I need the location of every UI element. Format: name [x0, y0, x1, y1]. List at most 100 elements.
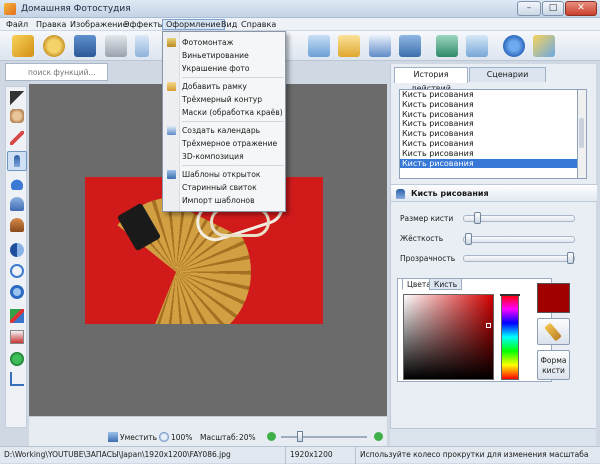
status-file-path: D:\Working\YOUTUBE\ЗАПАСЫ\Japan\1920x120…: [0, 447, 286, 464]
menu-item-decorate[interactable]: Украшение фото: [182, 63, 250, 74]
film-reel-icon[interactable]: [43, 35, 65, 57]
tab-scenarios[interactable]: Сценарии: [469, 67, 546, 82]
menu-effects[interactable]: Эффекты: [121, 19, 167, 30]
brush-size-thumb[interactable]: [473, 212, 481, 224]
current-color-swatch[interactable]: [537, 283, 570, 313]
menu-item-photomontage[interactable]: Фотомонтаж: [182, 37, 234, 48]
menu-item-card-templates[interactable]: Шаблоны открыток: [182, 169, 260, 180]
open-folder-icon[interactable]: [12, 35, 34, 57]
zoom-100-label[interactable]: 100%: [171, 433, 192, 442]
crop-fit-icon[interactable]: [436, 35, 458, 57]
history-item[interactable]: Кисть рисования: [400, 129, 577, 139]
search-box[interactable]: [5, 63, 108, 81]
fit-label[interactable]: Уместить: [120, 433, 157, 442]
history-scrollbar[interactable]: [578, 89, 587, 179]
print-icon[interactable]: [105, 35, 127, 57]
pointer-tool-icon[interactable]: [10, 91, 24, 105]
preview-icon[interactable]: [135, 35, 149, 57]
calendar-icon[interactable]: [369, 35, 391, 57]
zoom-100-icon[interactable]: [159, 432, 169, 442]
tab-history[interactable]: История действий: [394, 67, 468, 93]
drop-tool-icon[interactable]: [10, 176, 24, 190]
history-list[interactable]: Кисть рисования Кисть рисования Кисть рисо…: [399, 89, 578, 179]
photo-frame-icon[interactable]: [308, 35, 330, 57]
crop-tool-icon[interactable]: [10, 372, 24, 386]
opacity-thumb[interactable]: [566, 252, 574, 264]
hardness-slider[interactable]: [463, 236, 575, 243]
menu-item-3d-composition[interactable]: 3D-композиция: [182, 151, 244, 162]
menu-item-add-frame[interactable]: Добавить рамку: [182, 81, 247, 92]
tab-brush[interactable]: Кисть: [429, 278, 463, 290]
stamp-tool-icon[interactable]: [10, 218, 24, 232]
eyedropper-button[interactable]: [537, 318, 570, 345]
zoom-slider-track[interactable]: [281, 436, 367, 438]
saturation-value-picker[interactable]: [403, 294, 494, 380]
hue-marker[interactable]: [500, 294, 520, 296]
green-shape-tool-icon[interactable]: [10, 352, 24, 366]
zoom-out-icon[interactable]: [267, 432, 276, 441]
menu-design[interactable]: Оформление: [162, 19, 225, 30]
lasso-tool-icon[interactable]: [10, 264, 24, 278]
history-item[interactable]: Кисть рисования: [400, 110, 577, 120]
hardness-thumb[interactable]: [465, 233, 473, 245]
status-hint: Используйте колесо прокрутки для изменен…: [360, 450, 589, 459]
fit-icon[interactable]: [108, 432, 118, 442]
right-panel: История действий Сценарии Кисть рисовани…: [390, 64, 597, 446]
search-input[interactable]: [28, 67, 106, 78]
contrast-tool-icon[interactable]: [10, 243, 24, 257]
color-picker-cursor[interactable]: [486, 323, 491, 328]
menu-item-import-templates[interactable]: Импорт шаблонов: [182, 195, 255, 206]
zoom-bar: Уместить 100% Масштаб: 20%: [29, 428, 387, 446]
picture-icon[interactable]: [338, 35, 360, 57]
zoom-slider-thumb[interactable]: [297, 431, 303, 442]
maximize-button[interactable]: □: [542, 1, 564, 16]
menu-item-masks[interactable]: Маски (обработка краёв): [182, 107, 283, 118]
save-icon[interactable]: [74, 35, 96, 57]
brush-shape-button[interactable]: Форма кисти: [537, 350, 570, 380]
minimize-button[interactable]: –: [517, 1, 541, 16]
menu-edit[interactable]: Правка: [33, 19, 69, 30]
menu-item-vignette[interactable]: Виньетирование: [182, 50, 249, 61]
history-item[interactable]: Кисть рисования: [400, 139, 577, 149]
zoom-in-icon[interactable]: [374, 432, 383, 441]
menu-help[interactable]: Справка: [238, 19, 279, 30]
history-item[interactable]: Кисть рисования: [400, 119, 577, 129]
toolbar: [0, 31, 600, 61]
brush-glyph: [14, 155, 20, 167]
history-item[interactable]: Кисть рисования: [400, 158, 577, 169]
actual-size-icon[interactable]: [466, 35, 488, 57]
scale-value: 20%: [239, 433, 256, 442]
text-tool-icon[interactable]: [10, 330, 24, 344]
help-icon[interactable]: [503, 35, 525, 57]
menu-item-3d-contour[interactable]: Трёхмерный контур: [182, 94, 262, 105]
photomontage-icon: [167, 38, 176, 47]
close-button[interactable]: ✕: [565, 1, 597, 16]
right-panel-scrollbar[interactable]: [390, 428, 596, 446]
canvas-horizontal-scrollbar[interactable]: [29, 416, 387, 428]
history-item[interactable]: Кисть рисования: [400, 90, 577, 100]
pencil-tool-icon[interactable]: [10, 131, 24, 145]
hue-slider[interactable]: [500, 294, 520, 380]
postcard-icon[interactable]: [399, 35, 421, 57]
color-tool-icon[interactable]: [10, 309, 24, 323]
opacity-slider[interactable]: [463, 255, 575, 262]
blur-tool-icon[interactable]: [10, 197, 24, 211]
calendar-icon: [167, 126, 176, 135]
brush-panel-header: Кисть рисования: [391, 184, 597, 202]
history-scroll-thumb[interactable]: [579, 118, 584, 148]
color-panel: Цвета Кисть: [397, 278, 552, 382]
add-frame-icon: [167, 82, 176, 91]
package-icon[interactable]: [533, 35, 555, 57]
history-item[interactable]: Кисть рисования: [400, 149, 577, 159]
menu-file[interactable]: Файл: [3, 19, 31, 30]
hand-tool-icon[interactable]: [10, 109, 24, 123]
hardness-label: Жёсткость: [400, 234, 444, 243]
menu-item-old-scroll[interactable]: Старинный свиток: [182, 182, 257, 193]
history-item[interactable]: Кисть рисования: [400, 100, 577, 110]
window-title: Домашняя Фотостудия: [21, 4, 131, 14]
menu-view[interactable]: Вид: [218, 19, 240, 30]
red-eye-tool-icon[interactable]: [10, 285, 24, 299]
menu-item-3d-reflection[interactable]: Трёхмерное отражение: [182, 138, 277, 149]
brush-tool-icon[interactable]: [7, 151, 27, 171]
menu-item-create-calendar[interactable]: Создать календарь: [182, 125, 260, 136]
